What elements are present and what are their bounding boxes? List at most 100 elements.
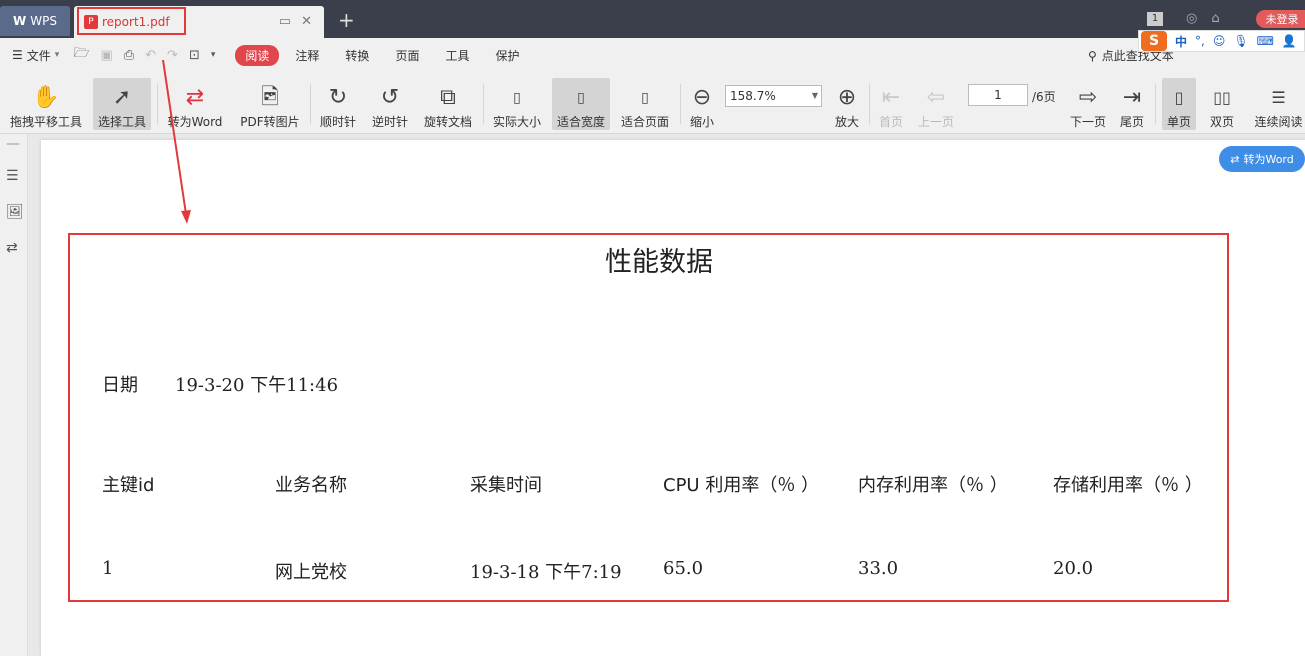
first-page-icon: ⇤ — [881, 85, 901, 110]
hand-tool-label: 拖拽平移工具 — [9, 115, 82, 129]
cell-business-name: 网上党校 — [275, 562, 347, 583]
outline-icon[interactable]: ☰ — [6, 168, 19, 184]
skin-icon[interactable]: ◎ — [1186, 11, 1197, 26]
next-page-label: 下一页 — [1069, 115, 1106, 129]
document-title: 性能数据 — [605, 247, 713, 278]
zoom-in-button[interactable]: ⊕ 放大 — [831, 78, 863, 130]
toolbar-divider — [483, 84, 484, 124]
select-tool-button[interactable]: ➚ 选择工具 — [93, 78, 151, 130]
search-icon: ⚲ — [1088, 48, 1097, 63]
sogou-logo-icon[interactable]: S — [1141, 31, 1167, 51]
fit-page-button[interactable]: ▯ 适合页面 — [617, 78, 673, 130]
window-count-badge[interactable]: 1 — [1147, 12, 1163, 26]
rotate-document-button[interactable]: ⧉ 旋转文档 — [421, 78, 475, 130]
page-number-input[interactable]: 1 — [968, 84, 1028, 106]
floating-to-word-button[interactable]: ⇄ 转为Word — [1219, 146, 1305, 172]
toolbar-divider — [680, 84, 681, 124]
single-page-label: 单页 — [1166, 115, 1191, 129]
pdf-to-image-button[interactable]: 🖻 PDF转图片 — [238, 78, 302, 130]
more-chevron-icon[interactable]: ▾ — [211, 50, 216, 60]
first-page-button[interactable]: ⇤ 首页 — [875, 78, 907, 130]
open-folder-icon[interactable]: 🗁 — [73, 44, 89, 66]
zoom-dropdown-icon: ▼ — [811, 91, 818, 100]
file-menu-label: 文件 — [26, 48, 51, 63]
next-page-button[interactable]: ⇨ 下一页 — [1066, 78, 1110, 130]
save-icon[interactable]: ▣ — [100, 48, 112, 63]
double-page-label: 双页 — [1209, 115, 1234, 129]
read-mode-button[interactable]: 阅读 — [235, 44, 280, 66]
login-button[interactable]: 未登录 — [1256, 10, 1305, 28]
user-icon[interactable]: 👤 — [1282, 34, 1297, 48]
sidebar-collapse-icon[interactable]: — — [6, 136, 20, 152]
rotate-document-label: 旋转文档 — [423, 115, 472, 129]
fit-width-icon: ▯ — [577, 90, 585, 106]
cell-id: 1 — [102, 558, 114, 579]
thumbnail-icon[interactable]: 🖼 — [6, 204, 24, 220]
previous-page-button[interactable]: ⇦ 上一页 — [914, 78, 958, 130]
zoom-out-label: 缩小 — [689, 115, 714, 129]
previous-page-label: 上一页 — [917, 115, 954, 129]
single-page-button[interactable]: ▯ 单页 — [1162, 78, 1196, 130]
word-convert-icon: ⇄ — [1230, 152, 1240, 166]
select-tool-label: 选择工具 — [97, 115, 146, 129]
double-page-icon: ▯▯ — [1213, 88, 1231, 107]
rotate-document-icon: ⧉ — [440, 85, 456, 110]
left-sidebar: — ☰ 🖼 ⇄ — [0, 134, 28, 656]
close-tab-icon[interactable]: ✕ — [301, 14, 312, 29]
header-memory-usage: 内存利用率（％ ） — [858, 475, 1008, 496]
content-highlight-box — [68, 233, 1229, 602]
fit-width-button[interactable]: ▯ 适合宽度 — [552, 78, 610, 130]
last-page-label: 尾页 — [1119, 115, 1144, 129]
zoom-out-button[interactable]: ⊖ 缩小 — [686, 78, 718, 130]
ime-toolbar: S 中 °, ☺ 🎙 ⌨ 👤 — [1138, 30, 1305, 52]
last-page-icon: ⇥ — [1122, 85, 1142, 110]
ime-punct-mode[interactable]: °, — [1195, 34, 1205, 48]
toolbar-divider — [157, 84, 158, 124]
last-page-button[interactable]: ⇥ 尾页 — [1116, 78, 1148, 130]
file-menu[interactable]: ☰ 文件 ▾ — [12, 47, 59, 64]
zoom-select[interactable]: 158.7% ▼ — [725, 85, 822, 107]
date-value: 19-3-20 下午11:46 — [175, 375, 339, 396]
chevron-down-icon: ▾ — [54, 50, 60, 60]
fit-page-icon: ▯ — [641, 90, 649, 106]
rotate-clockwise-button[interactable]: ↻ 顺时针 — [316, 78, 360, 130]
redo-icon[interactable]: ↷ — [167, 48, 178, 63]
actual-size-button[interactable]: ▯ 实际大小 — [489, 78, 545, 130]
print-icon[interactable]: ⎙ — [124, 48, 134, 63]
rotate-cw-icon: ↻ — [328, 85, 348, 110]
arrow-left-icon: ⇦ — [926, 85, 946, 110]
double-page-button[interactable]: ▯▯ 双页 — [1202, 78, 1242, 130]
single-page-icon: ▯ — [1174, 88, 1184, 107]
menu-item-annotate[interactable]: 注释 — [295, 47, 319, 64]
cell-memory-usage: 33.0 — [858, 558, 899, 579]
pdf-to-image-label: PDF转图片 — [240, 115, 300, 129]
hand-icon: ✋ — [32, 85, 60, 110]
wps-home-tab[interactable]: W WPS — [0, 6, 70, 36]
undo-icon[interactable]: ↶ — [145, 48, 156, 63]
keyboard-icon[interactable]: ⌨ — [1257, 34, 1274, 48]
shirt-icon[interactable]: ⌂ — [1211, 11, 1219, 26]
image-icon: 🖻 — [261, 85, 279, 110]
convert-panel-icon[interactable]: ⇄ — [6, 240, 18, 256]
date-label: 日期 — [102, 375, 138, 396]
microphone-icon[interactable]: 🎙 — [1233, 34, 1248, 48]
zoom-in-icon: ⊕ — [837, 85, 857, 110]
menu-item-page[interactable]: 页面 — [395, 47, 419, 64]
convert-word-small-icon[interactable]: ⊡ — [189, 48, 200, 63]
word-convert-icon: ⇄ — [185, 85, 205, 110]
menu-item-protect[interactable]: 保护 — [495, 47, 519, 64]
continuous-read-button[interactable]: ☰ 连续阅读 — [1252, 78, 1305, 130]
document-tab[interactable]: P report1.pdf ▭ ✕ — [74, 6, 324, 38]
ime-chinese-mode[interactable]: 中 — [1175, 33, 1187, 50]
actual-size-label: 实际大小 — [492, 115, 541, 129]
header-id: 主键id — [102, 475, 155, 496]
float-window-icon[interactable]: ▭ — [279, 14, 291, 29]
emoji-icon[interactable]: ☺ — [1213, 34, 1226, 48]
hand-tool-button[interactable]: ✋ 拖拽平移工具 — [8, 78, 84, 130]
menu-item-convert[interactable]: 转换 — [345, 47, 369, 64]
menu-item-tools[interactable]: 工具 — [445, 47, 469, 64]
new-tab-button[interactable]: + — [338, 8, 355, 32]
rotate-ccw-label: 逆时针 — [371, 115, 408, 129]
rotate-counterclockwise-button[interactable]: ↺ 逆时针 — [368, 78, 412, 130]
convert-to-word-button[interactable]: ⇄ 转为Word — [164, 78, 226, 130]
